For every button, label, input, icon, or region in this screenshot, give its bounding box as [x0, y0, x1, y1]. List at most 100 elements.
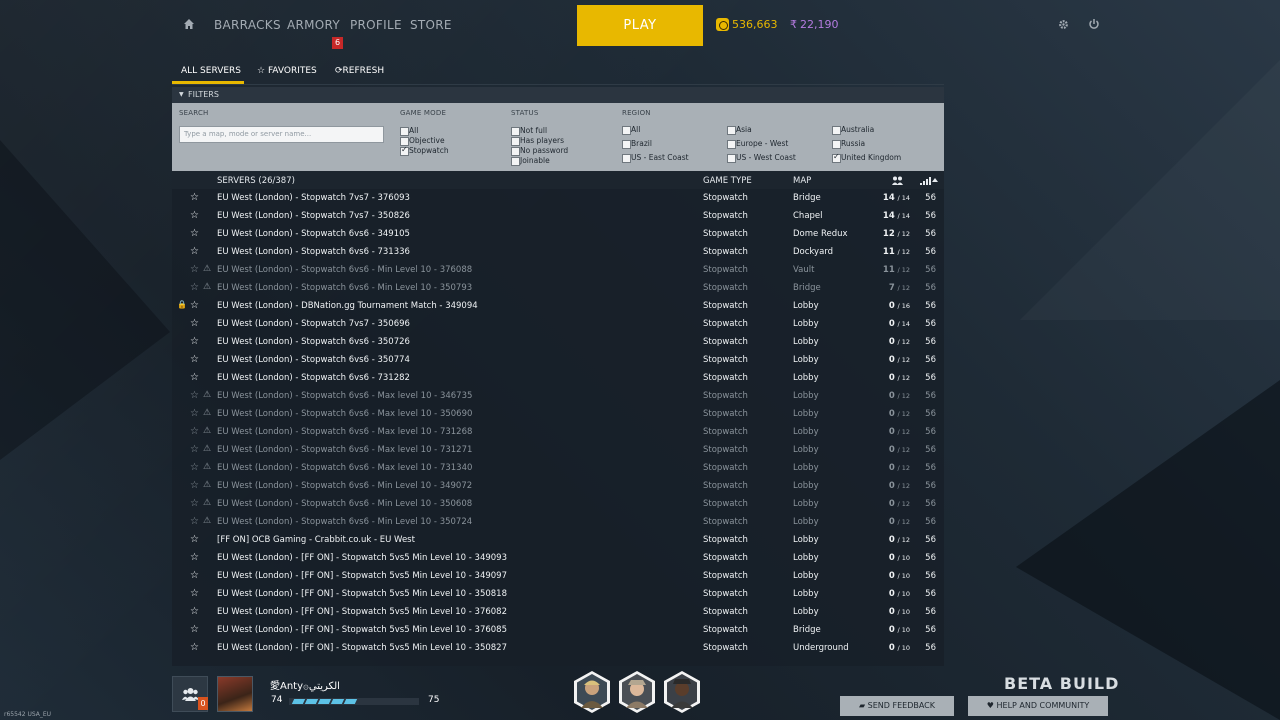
ping-sort-icon[interactable] — [920, 176, 938, 185]
search-input[interactable]: Type a map, mode or server name... — [179, 126, 384, 143]
table-row[interactable]: ☆ EU West (London) - Stopwatch 6vs6 - 349… — [172, 225, 944, 243]
favorite-star-icon[interactable]: ☆ — [190, 336, 199, 347]
favorite-star-icon[interactable]: ☆ — [190, 588, 199, 599]
table-row[interactable]: ☆ ⚠ EU West (London) - Stopwatch 6vs6 - Mi… — [172, 261, 944, 279]
favorite-star-icon[interactable]: ☆ — [190, 408, 199, 419]
table-row[interactable]: ☆ EU West (London) - [FF ON] - Stopwatch … — [172, 585, 944, 603]
table-row[interactable]: ☆ EU West (London) - Stopwatch 7vs7 - 350… — [172, 207, 944, 225]
gear-icon[interactable] — [1058, 19, 1069, 30]
table-row[interactable]: ☆ ⚠ EU West (London) - Stopwatch 6vs6 - Mi… — [172, 477, 944, 495]
table-row[interactable]: ☆ ⚠ EU West (London) - Stopwatch 6vs6 - Ma… — [172, 387, 944, 405]
favorite-star-icon[interactable]: ☆ — [190, 282, 199, 293]
favorite-star-icon[interactable]: ☆ — [190, 318, 199, 329]
region-checkbox[interactable]: United Kingdom — [832, 152, 901, 163]
power-icon[interactable] — [1088, 18, 1100, 30]
table-row[interactable]: ☆ EU West (London) - [FF ON] - Stopwatch … — [172, 639, 944, 657]
favorite-star-icon[interactable]: ☆ — [190, 300, 199, 311]
table-row[interactable]: ☆ EU West (London) - Stopwatch 6vs6 - 731… — [172, 369, 944, 387]
favorite-star-icon[interactable]: ☆ — [190, 264, 199, 275]
home-icon[interactable] — [183, 18, 195, 30]
help-community-button[interactable]: ♥ HELP AND COMMUNITY — [968, 696, 1108, 716]
nav-armory[interactable]: ARMORY — [287, 18, 340, 32]
region-checkbox[interactable]: US - East Coast — [622, 153, 689, 163]
favorite-star-icon[interactable]: ☆ — [190, 354, 199, 365]
nav-profile[interactable]: PROFILE — [350, 18, 402, 32]
top-nav: BARRACKS ARMORY 6 PROFILE STORE PLAY 536… — [0, 0, 1280, 50]
favorite-star-icon[interactable]: ☆ — [190, 534, 199, 545]
squad-merc-portrait-2[interactable] — [618, 670, 656, 714]
favorite-star-icon[interactable]: ☆ — [190, 570, 199, 581]
favorite-star-icon[interactable]: ☆ — [190, 426, 199, 437]
table-row[interactable]: ☆ EU West (London) - [FF ON] - Stopwatch … — [172, 567, 944, 585]
table-row[interactable]: ☆ EU West (London) - Stopwatch 7vs7 - 350… — [172, 315, 944, 333]
server-game-type: Stopwatch — [703, 499, 748, 509]
region-checkbox[interactable]: Brazil — [622, 139, 652, 149]
favorite-star-icon[interactable]: ☆ — [190, 444, 199, 455]
table-row[interactable]: ☆ EU West (London) - Stopwatch 7vs7 - 376… — [172, 189, 944, 207]
region-checkbox[interactable]: All — [622, 125, 640, 135]
table-row[interactable]: ☆ [FF ON] OCB Gaming - Crabbit.co.uk - EU… — [172, 531, 944, 549]
status-checkbox[interactable]: Not full — [511, 126, 547, 136]
favorite-star-icon[interactable]: ☆ — [190, 606, 199, 617]
region-checkbox[interactable]: Russia — [832, 139, 865, 149]
status-checkbox[interactable]: Has players — [511, 136, 564, 146]
table-row[interactable]: ☆ ⚠ EU West (London) - Stopwatch 6vs6 - Ma… — [172, 423, 944, 441]
nav-barracks[interactable]: BARRACKS — [214, 18, 281, 32]
favorite-star-icon[interactable]: ☆ — [190, 498, 199, 509]
status-checkbox[interactable]: Joinable — [511, 156, 550, 166]
favorite-star-icon[interactable]: ☆ — [190, 246, 199, 257]
servers-column-header[interactable]: SERVERS (26/387) — [217, 176, 295, 186]
game-type-column-header[interactable]: GAME TYPE — [703, 176, 752, 186]
table-row[interactable]: ☆ ⚠ EU West (London) - Stopwatch 6vs6 - Ma… — [172, 405, 944, 423]
table-row[interactable]: ☆ EU West (London) - Stopwatch 6vs6 - 350… — [172, 351, 944, 369]
game-mode-checkbox[interactable]: Stopwatch — [400, 145, 449, 156]
region-checkbox[interactable]: Asia — [727, 125, 752, 135]
favorite-star-icon[interactable]: ☆ — [190, 642, 199, 653]
table-row[interactable]: ☆ EU West (London) - [FF ON] - Stopwatch … — [172, 549, 944, 567]
build-version: r65542 USA_EU — [4, 711, 52, 718]
squad-merc-portrait-1[interactable] — [573, 670, 611, 714]
server-game-type: Stopwatch — [703, 589, 748, 599]
favorite-star-icon[interactable]: ☆ — [190, 192, 199, 203]
send-feedback-button[interactable]: ▰ SEND FEEDBACK — [840, 696, 954, 716]
server-ping: 56 — [925, 193, 936, 203]
server-map: Lobby — [793, 499, 819, 509]
table-row[interactable]: ☆ EU West (London) - [FF ON] - Stopwatch … — [172, 603, 944, 621]
favorite-star-icon[interactable]: ☆ — [190, 480, 199, 491]
region-checkbox[interactable]: Australia — [832, 125, 874, 135]
favorite-star-icon[interactable]: ☆ — [190, 390, 199, 401]
region-checkbox[interactable]: US - West Coast — [727, 153, 796, 163]
favorite-star-icon[interactable]: ☆ — [190, 462, 199, 473]
table-row[interactable]: ☆ ⚠ EU West (London) - Stopwatch 6vs6 - Mi… — [172, 495, 944, 513]
players-icon[interactable] — [892, 176, 903, 185]
server-ping: 56 — [925, 391, 936, 401]
nav-store[interactable]: STORE — [410, 18, 452, 32]
tab-favorites[interactable]: ☆ FAVORITES — [257, 66, 317, 84]
avatar[interactable] — [217, 676, 253, 712]
table-row[interactable]: ☆ ⚠ EU West (London) - Stopwatch 6vs6 - Ma… — [172, 459, 944, 477]
favorite-star-icon[interactable]: ☆ — [190, 210, 199, 221]
favorite-star-icon[interactable]: ☆ — [190, 516, 199, 527]
squad-merc-portrait-3[interactable] — [663, 670, 701, 714]
table-row[interactable]: ☆ ⚠ EU West (London) - Stopwatch 6vs6 - Mi… — [172, 279, 944, 297]
table-row[interactable]: ☆ EU West (London) - [FF ON] - Stopwatch … — [172, 621, 944, 639]
table-row[interactable]: ☆ EU West (London) - Stopwatch 6vs6 - 731… — [172, 243, 944, 261]
favorite-star-icon[interactable]: ☆ — [190, 552, 199, 563]
favorite-star-icon[interactable]: ☆ — [190, 624, 199, 635]
map-column-header[interactable]: MAP — [793, 176, 811, 186]
table-row[interactable]: ☆ EU West (London) - Stopwatch 6vs6 - 350… — [172, 333, 944, 351]
play-button[interactable]: PLAY — [577, 5, 703, 46]
players-current: 0 — [888, 553, 895, 563]
table-row[interactable]: 🔒 ☆ EU West (London) - DBNation.gg Tournam… — [172, 297, 944, 315]
favorite-star-icon[interactable]: ☆ — [190, 228, 199, 239]
filters-toggle[interactable]: ▼ FILTERS — [172, 87, 944, 103]
server-player-count: 0 / 12 — [872, 409, 910, 419]
table-row[interactable]: ☆ ⚠ EU West (London) - Stopwatch 6vs6 - Ma… — [172, 441, 944, 459]
region-checkbox[interactable]: Europe - West — [727, 139, 788, 149]
game-mode-checkbox[interactable]: All — [400, 126, 418, 136]
table-row[interactable]: ☆ ⚠ EU West (London) - Stopwatch 6vs6 - Mi… — [172, 513, 944, 531]
status-checkbox[interactable]: No password — [511, 146, 568, 156]
tab-refresh[interactable]: ⟳REFRESH — [335, 66, 384, 84]
warning-icon: ⚠ — [203, 516, 212, 526]
favorite-star-icon[interactable]: ☆ — [190, 372, 199, 383]
